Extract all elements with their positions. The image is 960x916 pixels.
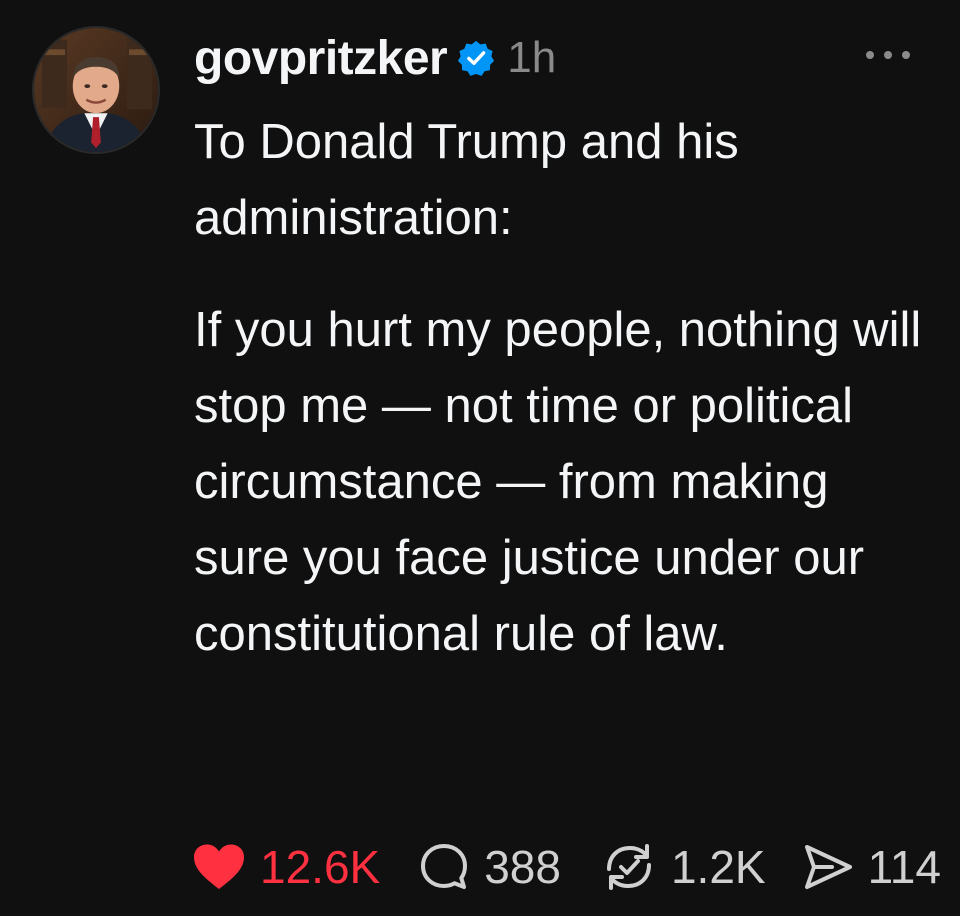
- avatar-image: [34, 28, 158, 152]
- reply-count: 388: [484, 841, 561, 893]
- share-count: 114: [867, 841, 941, 893]
- like-button[interactable]: 12.6K: [192, 840, 380, 894]
- post-actions: 12.6K 388 1.2K 114: [192, 836, 941, 898]
- post-body: To Donald Trump and his administration: …: [194, 104, 934, 672]
- send-icon: [804, 845, 852, 889]
- repost-button[interactable]: 1.2K: [601, 840, 766, 894]
- post-header: govpritzker 1h: [194, 28, 556, 88]
- repost-icon: [606, 844, 651, 890]
- thread-post: govpritzker 1h To Donald Trump and his a…: [0, 0, 960, 916]
- reply-button[interactable]: 388: [418, 840, 561, 894]
- like-count: 12.6K: [260, 841, 381, 893]
- share-button[interactable]: 114: [802, 840, 941, 894]
- repost-count: 1.2K: [670, 841, 766, 893]
- post-timestamp: 1h: [507, 33, 557, 82]
- comment-icon: [421, 844, 468, 889]
- username[interactable]: govpritzker: [194, 31, 448, 86]
- post-paragraph: If you hurt my people, nothing will stop…: [194, 303, 922, 661]
- verified-badge-icon: [457, 39, 495, 77]
- avatar[interactable]: [32, 26, 160, 154]
- post-paragraph: To Donald Trump and his administration:: [194, 115, 739, 245]
- heart-icon: [194, 844, 244, 889]
- more-options-icon[interactable]: [866, 40, 910, 70]
